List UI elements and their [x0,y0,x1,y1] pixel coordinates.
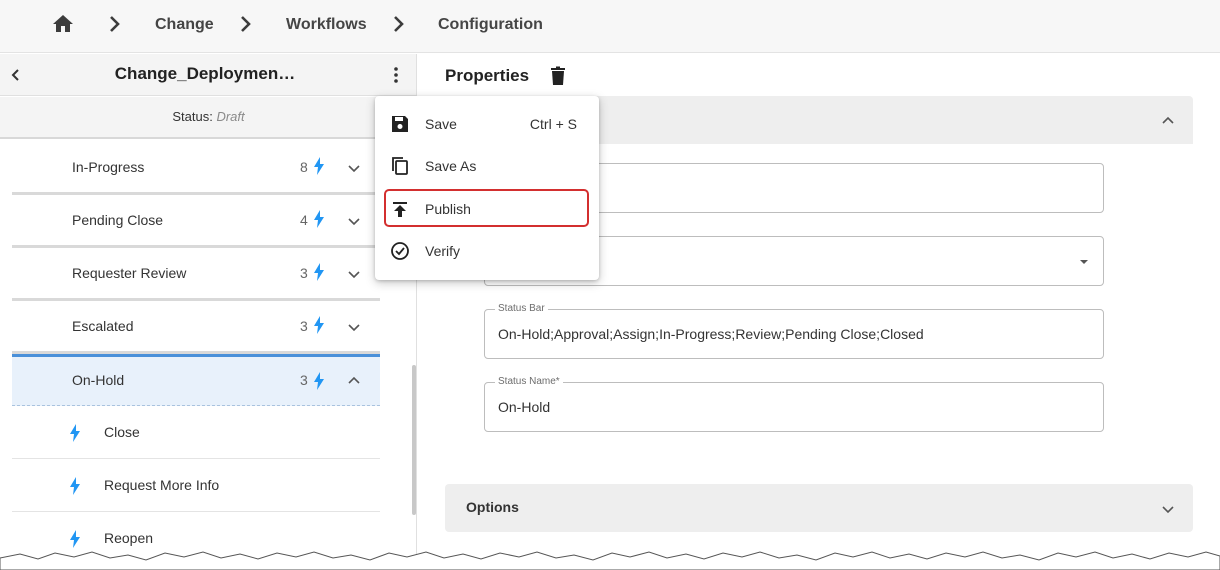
save-icon [392,116,408,132]
chevron-left-icon[interactable] [8,66,24,84]
torn-edge [0,551,1220,570]
workflow-panel: Change_Deploymen… Status: Draft In-Progr… [0,54,417,570]
menu-item-save[interactable]: Save Ctrl + S [375,104,599,144]
state-label: Escalated [72,318,134,334]
field-label: Status Name* [495,376,563,387]
copy-icon [392,157,408,175]
breadcrumb-workflows[interactable]: Workflows [286,16,367,34]
menu-item-save-as[interactable]: Save As [375,146,599,186]
chevron-down-icon[interactable] [346,214,362,230]
options-section-header[interactable]: Options [445,484,1193,532]
chevron-right-icon [394,16,404,32]
chevron-down-icon[interactable] [346,161,362,177]
action-count: 3 [300,318,308,334]
home-icon[interactable] [51,12,75,36]
state-label: In-Progress [72,159,145,175]
action-item-request-more-info[interactable]: Request More Info [12,459,380,512]
dropdown-arrow-icon[interactable] [1078,257,1090,267]
action-count: 3 [300,372,308,388]
chevron-down-icon[interactable] [1160,502,1176,518]
state-item-pending-close[interactable]: Pending Close 4 [12,195,380,248]
state-item-escalated[interactable]: Escalated 3 [12,301,380,354]
chevron-right-icon [241,16,251,32]
chevron-up-icon[interactable] [346,372,362,388]
workflow-status: Status: Draft [0,97,417,139]
bolt-icon [314,316,324,334]
bolt-icon [314,210,324,228]
status-bar-field[interactable]: Status Bar On-Hold;Approval;Assign;In-Pr… [484,303,1104,359]
more-vertical-icon[interactable] [387,65,405,85]
breadcrumb-change[interactable]: Change [155,16,214,34]
menu-item-label: Save [425,116,457,132]
menu-item-verify[interactable]: Verify [375,231,599,271]
state-item-on-hold[interactable]: On-Hold 3 [12,354,380,406]
chevron-up-icon[interactable] [1160,112,1176,128]
bolt-icon [314,263,324,281]
action-label: Request More Info [104,477,220,493]
action-count: 3 [300,265,308,281]
menu-item-label: Save As [425,158,477,174]
check-circle-icon [391,242,409,260]
workflow-header: Change_Deploymen… [0,54,417,96]
state-label: On-Hold [72,372,125,388]
state-label: Requester Review [72,265,187,281]
publish-highlight-box [384,189,589,227]
bolt-icon [70,477,80,495]
workflow-actions-menu: Save Ctrl + S Save As Publish Verify [375,96,599,280]
action-count: 4 [300,212,308,228]
options-label: Options [466,499,519,515]
breadcrumb-bar: Change Workflows Configuration [0,0,1220,53]
trash-icon[interactable] [549,66,567,86]
bolt-icon [70,424,80,442]
field-value: On-Hold [498,399,551,415]
menu-item-label: Verify [425,243,461,259]
state-item-requester-review[interactable]: Requester Review 3 [12,248,380,301]
state-label: Pending Close [72,212,164,228]
status-name-field[interactable]: Status Name* On-Hold [484,376,1104,432]
status-label: Status: [172,109,213,124]
state-list: In-Progress 8 Pending Close 4 Requester … [12,142,380,565]
chevron-down-icon[interactable] [346,320,362,336]
bolt-icon [314,157,324,175]
action-count: 8 [300,159,308,175]
properties-title: Properties [445,66,530,85]
breadcrumb-configuration: Configuration [438,16,543,33]
chevron-down-icon[interactable] [346,267,362,283]
workflow-title: Change_Deploymen… [114,64,296,83]
bolt-icon [314,372,324,390]
status-value: Draft [216,109,245,124]
action-item-close[interactable]: Close [12,406,380,459]
chevron-right-icon [110,16,120,32]
menu-item-shortcut: Ctrl + S [529,116,577,132]
action-label: Close [104,424,140,440]
field-label: Status Bar [495,303,548,314]
state-item-in-progress[interactable]: In-Progress 8 [12,142,380,195]
field-value: On-Hold;Approval;Assign;In-Progress;Revi… [498,326,924,342]
